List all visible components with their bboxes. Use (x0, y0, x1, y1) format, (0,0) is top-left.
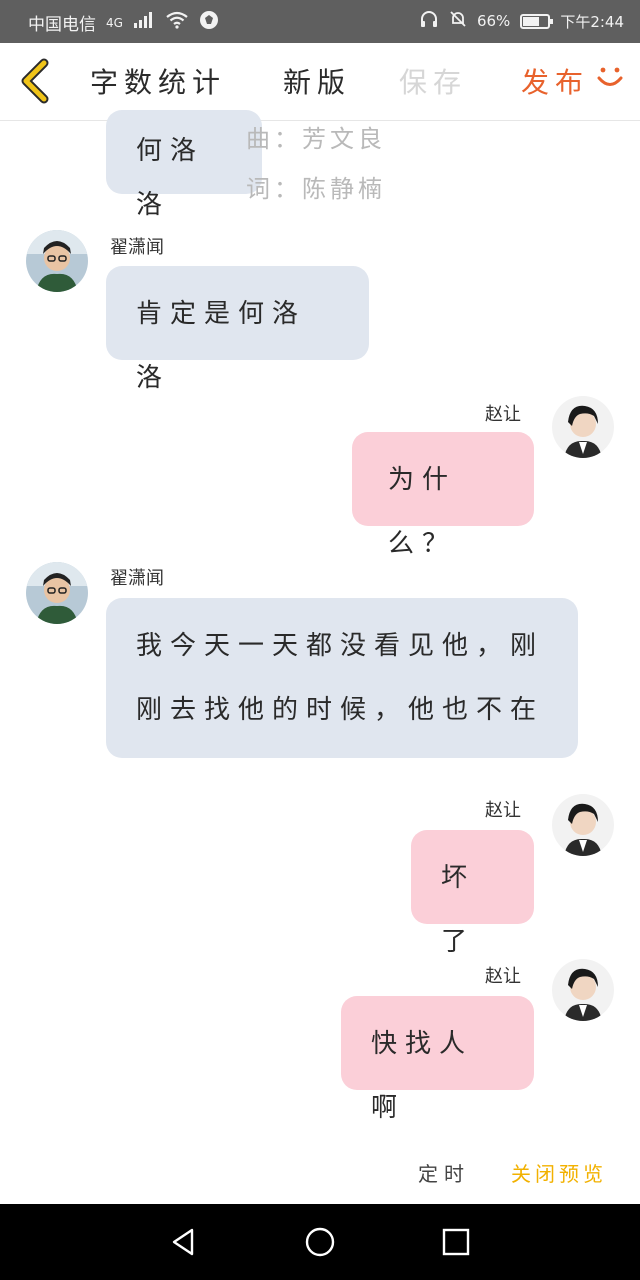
headphones-icon (419, 10, 439, 32)
avatar[interactable] (26, 562, 88, 624)
emoji-button[interactable] (596, 61, 624, 91)
composer-credit: 曲：芳文良 (246, 125, 386, 153)
triangle-back-icon (172, 1228, 194, 1256)
clock: 下午2:44 (560, 12, 624, 31)
save-button[interactable]: 保存 (399, 61, 467, 101)
sender-name: 赵让 (485, 404, 521, 425)
sender-name: 赵让 (485, 800, 521, 821)
message-bubble[interactable]: 快找人啊 (341, 996, 534, 1123)
sender-name: 赵让 (485, 966, 521, 987)
app-notification-icon (199, 10, 219, 35)
message-text: 快找人啊 (371, 1029, 474, 1123)
message-bubble[interactable]: 为什么？ (352, 432, 534, 559)
avatar[interactable] (552, 959, 614, 1021)
status-right: 66% 下午2:44 (419, 10, 624, 32)
avatar-photo (26, 230, 88, 292)
navigation-bar (0, 1204, 640, 1280)
message-bubble[interactable]: 我今天一天都没看见他，刚刚去找他的时候，他也不在 (106, 598, 578, 758)
avatar-photo (552, 959, 614, 1021)
circle-home-icon (305, 1227, 335, 1257)
song-credits: 曲：芳文良 词：陈静楠 (246, 114, 386, 214)
message-text: 我今天一天都没看见他，刚刚去找他的时候，他也不在 (136, 631, 545, 725)
network-label: 4G (106, 15, 123, 30)
mute-bell-icon (449, 10, 467, 32)
signal-icon (133, 11, 155, 34)
avatar[interactable] (552, 396, 614, 458)
new-version-button[interactable]: 新版 (283, 61, 351, 101)
publish-button[interactable]: 发布 (521, 61, 589, 101)
message-bubble[interactable]: 肯定是何洛洛 (106, 266, 369, 393)
status-left: 中国电信 4G (28, 10, 219, 35)
nav-back-button[interactable] (168, 1226, 200, 1258)
carrier-label: 中国电信 (28, 15, 96, 35)
battery-percent: 66% (476, 12, 511, 30)
word-count-button[interactable]: 字数统计 (90, 61, 226, 101)
message-bubble[interactable]: 何洛洛 (106, 110, 262, 220)
nav-recents-button[interactable] (440, 1226, 472, 1258)
avatar-photo (26, 562, 88, 624)
avatar[interactable] (552, 794, 614, 856)
avatar[interactable] (26, 230, 88, 292)
avatar-photo (552, 794, 614, 856)
sender-name: 翟潇闻 (110, 568, 164, 589)
smile-icon (597, 67, 623, 86)
lyricist-credit: 词：陈静楠 (246, 175, 386, 203)
status-bar: 中国电信 4G 66% 下午2:44 (0, 0, 640, 43)
battery-fill (523, 16, 540, 26)
message-bubble[interactable]: 坏了 (411, 830, 534, 957)
toolbar: 字数统计 新版 保存 发布 (0, 43, 640, 121)
wifi-icon (165, 11, 189, 34)
square-recents-icon (442, 1228, 470, 1256)
sender-name: 翟潇闻 (110, 237, 164, 258)
battery-icon (520, 13, 554, 29)
close-preview-button[interactable]: 关闭预览 (511, 1158, 607, 1187)
avatar-photo (552, 396, 614, 458)
timer-button[interactable]: 定时 (418, 1158, 470, 1187)
message-text: 肯定是何洛洛 (136, 299, 307, 393)
message-text: 何洛洛 (136, 136, 205, 220)
message-text: 为什么？ (388, 465, 457, 559)
nav-home-button[interactable] (304, 1226, 336, 1258)
message-text: 坏了 (441, 863, 476, 957)
back-button[interactable] (14, 57, 54, 105)
back-arrow-icon (21, 58, 49, 104)
